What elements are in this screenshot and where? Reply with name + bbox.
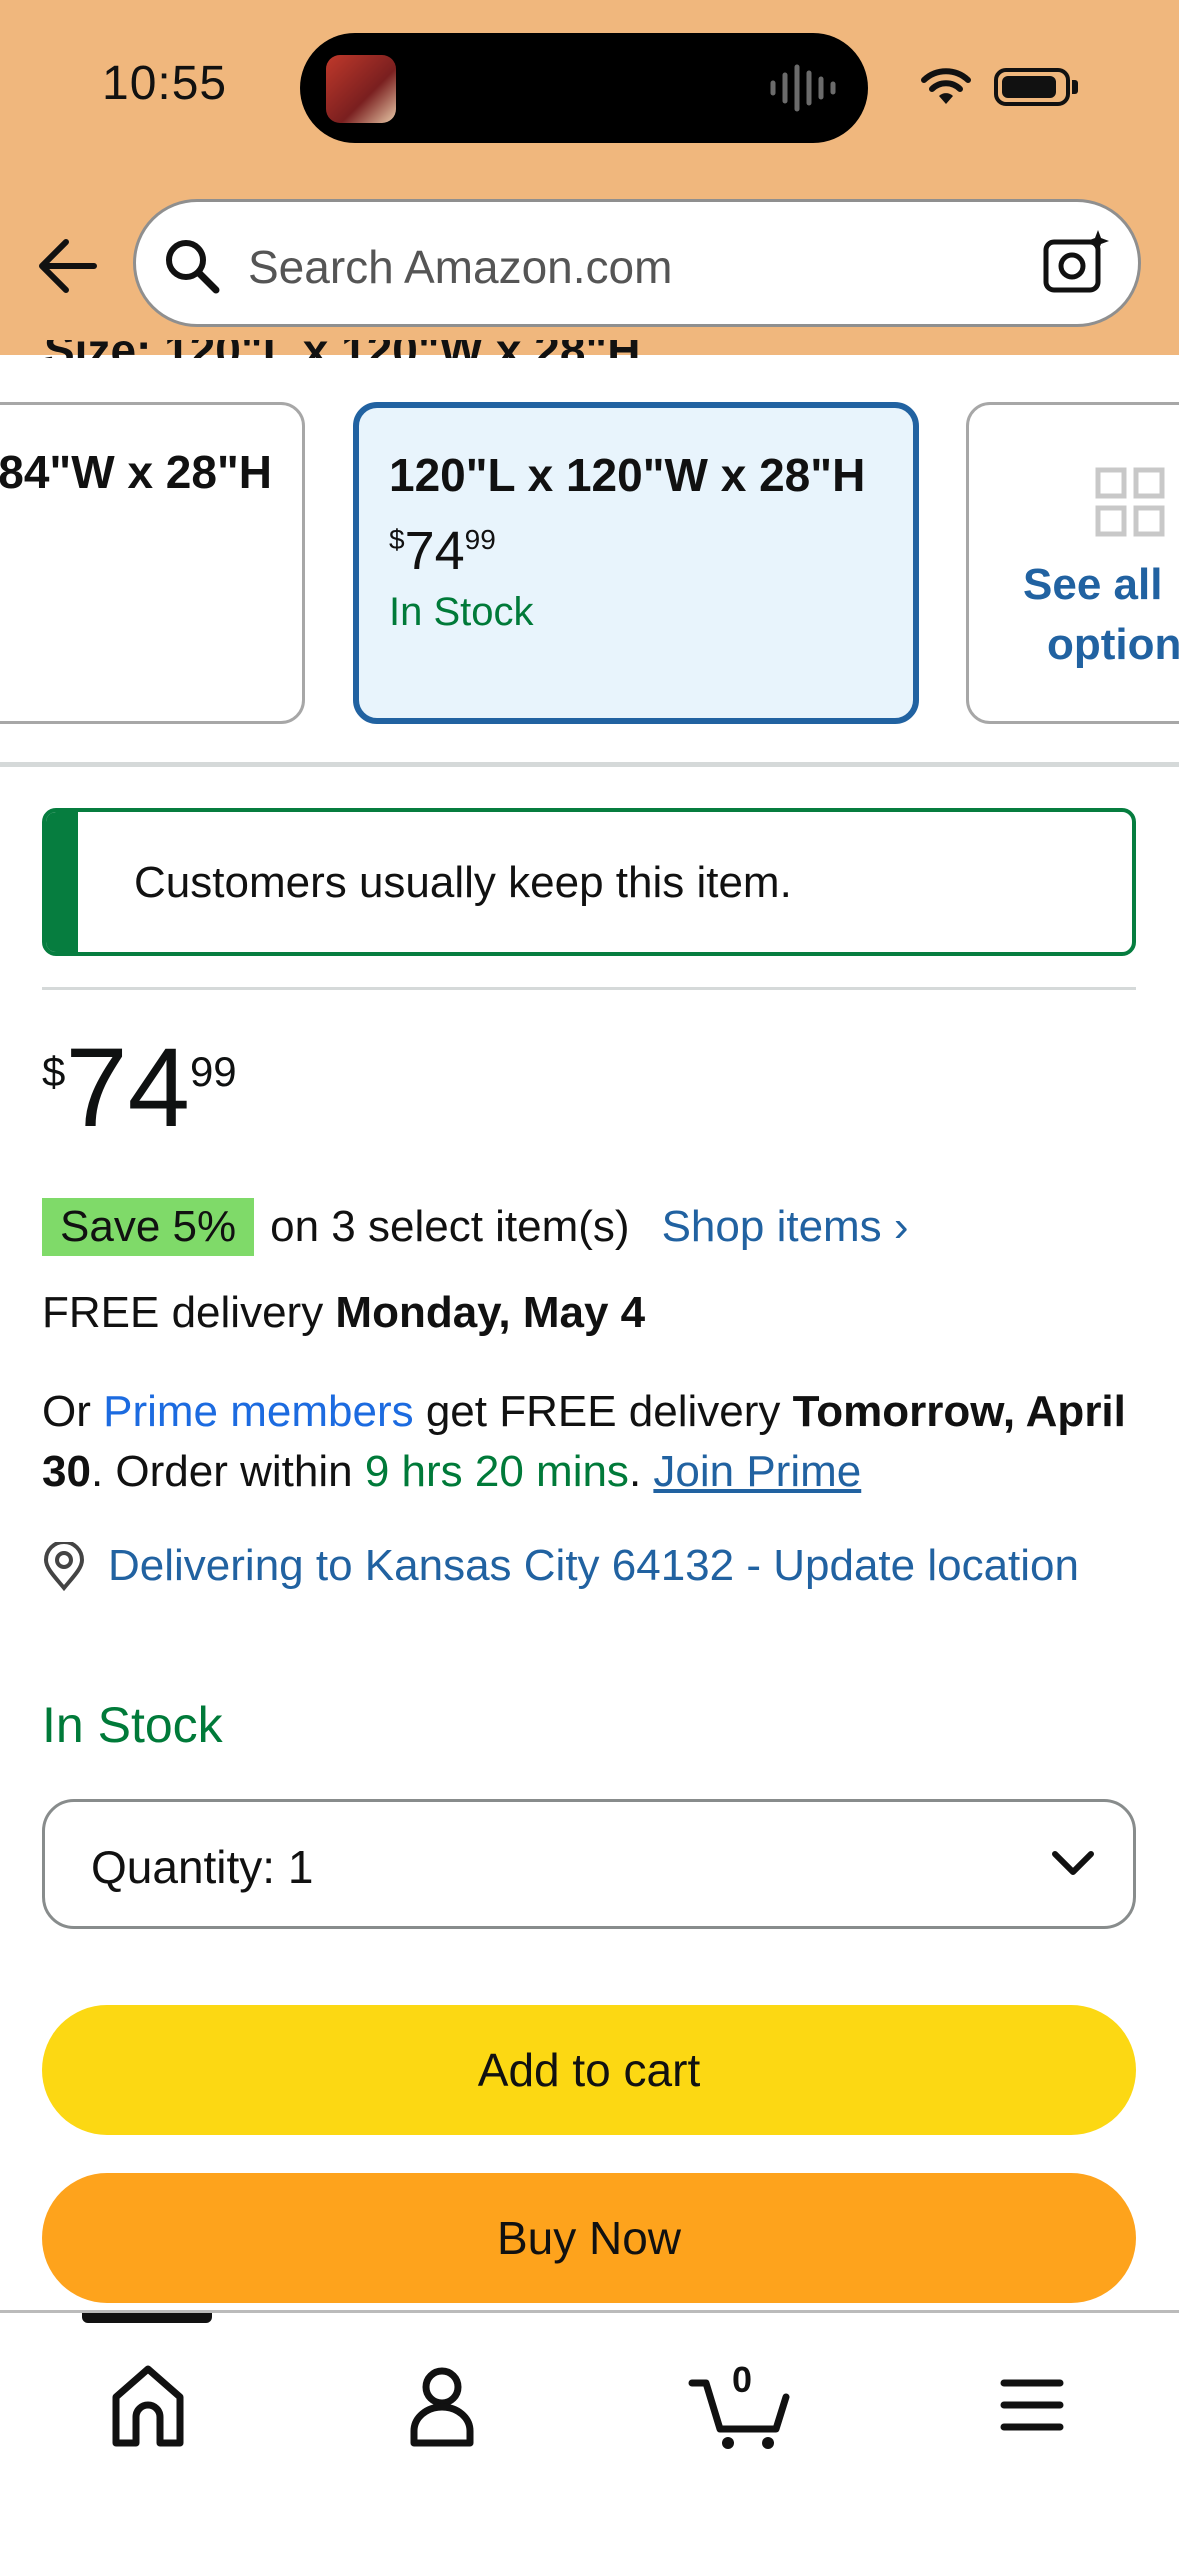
quantity-label: Quantity: 1	[91, 1841, 314, 1893]
buy-now-button[interactable]: Buy Now	[42, 2173, 1136, 2303]
search-placeholder: Search Amazon.com	[248, 241, 673, 293]
divider	[42, 987, 1136, 990]
add-to-cart-button[interactable]: Add to cart	[42, 2005, 1136, 2135]
now-playing-artwork	[326, 55, 396, 123]
home-icon[interactable]	[88, 2353, 208, 2453]
promo-text: on 3 select item(s)	[270, 1202, 630, 1251]
audio-waveform-icon	[770, 64, 836, 112]
camera-search-icon[interactable]	[1042, 228, 1110, 296]
status-time: 10:55	[102, 57, 228, 110]
quantity-select[interactable]: Quantity: 1	[42, 1799, 1136, 1929]
keep-item-notice: Customers usually keep this item.	[42, 808, 1136, 956]
grid-icon	[1095, 467, 1165, 537]
availability-status: In Stock	[42, 1697, 223, 1753]
size-option-title: 120"L x 120"W x 28"H	[389, 449, 866, 501]
battery-cap	[1072, 80, 1078, 94]
notice-text: Customers usually keep this item.	[134, 858, 792, 907]
shop-items-link[interactable]: Shop items ›	[662, 1202, 909, 1252]
account-icon[interactable]	[382, 2353, 502, 2453]
see-all-options-label: See all options	[1023, 560, 1179, 669]
chevron-down-icon	[1052, 1851, 1094, 1875]
size-option-card-selected[interactable]: 120"L x 120"W x 28"H $7499 In Stock	[353, 402, 919, 724]
cart-tab[interactable]: 0	[680, 2353, 800, 2453]
cart-count-badge: 0	[732, 2359, 753, 2400]
menu-icon[interactable]	[972, 2353, 1092, 2453]
see-all-options-card[interactable]: See all options	[966, 402, 1179, 724]
prime-members-link[interactable]: Prime members	[103, 1387, 414, 1436]
size-option-price: $7499	[389, 521, 496, 581]
size-option-title: 84"W x 28"H	[0, 446, 272, 498]
section-divider	[0, 762, 1179, 767]
prime-delivery-text: Or Prime members get FREE delivery Tomor…	[42, 1387, 1126, 1496]
save-badge: Save 5%	[42, 1198, 255, 1256]
promo-row: Save 5% on 3 select item(s) Shop items ›	[42, 1196, 909, 1258]
dynamic-island	[300, 33, 868, 143]
back-arrow-icon[interactable]	[36, 236, 98, 296]
app-header: 10:55 Search Amazon.com	[0, 0, 1179, 355]
order-countdown: 9 hrs 20 mins	[364, 1447, 629, 1496]
size-label: Size: 120"L x 120"W x 28"H	[44, 340, 640, 358]
search-input[interactable]: Search Amazon.com	[133, 199, 1141, 327]
free-delivery-line: FREE delivery Monday, May 4	[42, 1288, 646, 1337]
location-pin-icon	[43, 1542, 85, 1592]
search-icon	[166, 240, 220, 294]
product-price: $7499	[42, 1025, 237, 1150]
join-prime-link[interactable]: Join Prime	[653, 1447, 861, 1496]
wifi-icon	[921, 68, 971, 104]
notice-accent-bar	[46, 812, 78, 952]
delivery-date: Monday, May 4	[335, 1288, 646, 1337]
active-tab-indicator	[82, 2313, 212, 2323]
size-option-stock: In Stock	[389, 590, 534, 634]
delivery-location-link[interactable]: Delivering to Kansas City 64132 - Update…	[108, 1536, 1108, 1596]
size-option-card[interactable]: 84"W x 28"H	[0, 402, 305, 724]
bottom-tab-bar: 0	[0, 2310, 1179, 2556]
battery-icon	[994, 68, 1070, 106]
quantity-value: 1	[287, 1841, 314, 1893]
